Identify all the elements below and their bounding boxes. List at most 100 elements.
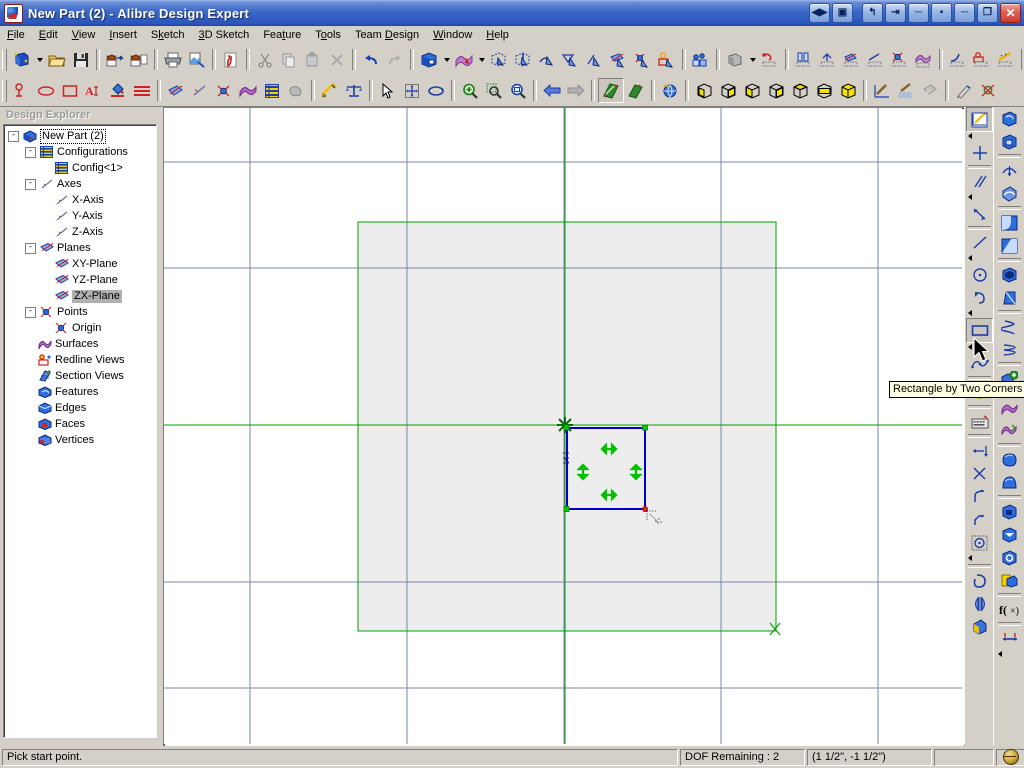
minimize-button[interactable]: ─ <box>954 3 975 23</box>
sketch-fill-button[interactable] <box>106 79 130 102</box>
menu-file[interactable]: File <box>0 28 32 42</box>
select-face-button[interactable] <box>487 48 511 71</box>
toolbar-grip[interactable] <box>2 48 7 71</box>
maximize-button[interactable]: ❐ <box>977 3 998 23</box>
configurations-button[interactable] <box>260 79 284 102</box>
equation-fx-button[interactable]: f( ×) <box>997 598 1022 621</box>
pan-view-button[interactable] <box>400 79 424 102</box>
arc-tool-button[interactable] <box>967 286 992 309</box>
shell-3d-button[interactable] <box>997 263 1022 286</box>
helix-feature-button[interactable] <box>997 315 1022 338</box>
shaded-display-button[interactable] <box>723 48 747 71</box>
redo-button[interactable]: ⇥ <box>885 3 906 23</box>
trim-tool-button[interactable] <box>967 462 992 485</box>
view-next-button[interactable] <box>564 79 588 102</box>
draft-3d-button[interactable] <box>997 286 1022 309</box>
circle-tool-button[interactable] <box>967 263 992 286</box>
fillet-corner-button[interactable] <box>967 485 992 508</box>
dimension-arrow-button[interactable] <box>967 202 992 225</box>
edit-color-button[interactable] <box>952 79 976 102</box>
rotate-view-button[interactable] <box>424 79 448 102</box>
tree-item-config-1[interactable]: Config<1> <box>8 160 156 176</box>
tree-item-new-part-2[interactable]: - New Part (2) <box>8 128 156 144</box>
menu-sketch[interactable]: Sketch <box>144 28 192 42</box>
feature-column-caret-icon[interactable] <box>996 650 1023 659</box>
revolve-boss-button[interactable] <box>792 48 816 71</box>
work-surface-button[interactable] <box>236 79 260 102</box>
select-edge-button[interactable] <box>511 48 535 71</box>
dimension-tool-button[interactable] <box>997 627 1022 650</box>
tree-item-planes[interactable]: - Planes <box>8 240 156 256</box>
surface-loft-button[interactable] <box>997 396 1022 419</box>
tree-item-z-axis[interactable]: Z-Axis <box>8 224 156 240</box>
tree-item-x-axis[interactable]: X-Axis <box>8 192 156 208</box>
parallel-line-button[interactable] <box>967 170 992 193</box>
select-point-button[interactable] <box>631 48 655 71</box>
tree-item-origin[interactable]: Origin <box>8 320 156 336</box>
menu-edit[interactable]: Edit <box>32 28 65 42</box>
check-in-button[interactable] <box>127 48 151 71</box>
sketch-canvas[interactable] <box>164 108 962 744</box>
select-annotation-button[interactable] <box>655 48 679 71</box>
surface-feature-button[interactable] <box>912 48 936 71</box>
menu-feature[interactable]: Feature <box>256 28 308 42</box>
export-pdf-button[interactable] <box>219 48 243 71</box>
nav-back-forward-button[interactable]: ◀▶ <box>809 3 830 23</box>
thru-hole-button[interactable] <box>997 546 1022 569</box>
parallel-caret-icon[interactable] <box>966 193 993 202</box>
tree-item-edges[interactable]: Edges <box>8 400 156 416</box>
tree-item-points[interactable]: - Points <box>8 304 156 320</box>
construction-caret-icon[interactable] <box>966 554 993 563</box>
new-part-button[interactable] <box>10 48 34 71</box>
construction-circle-button[interactable] <box>967 531 992 554</box>
zoom-in-button[interactable] <box>458 79 482 102</box>
view-iso-6-button[interactable] <box>812 79 836 102</box>
restore-child-button[interactable]: ▣ <box>832 3 853 23</box>
sphere-primitive-button[interactable] <box>997 448 1022 471</box>
box-feature-button[interactable] <box>997 130 1022 153</box>
pattern-feature-button[interactable] <box>994 48 1018 71</box>
feature-extrude-button[interactable] <box>997 107 1022 130</box>
helical-boss-button[interactable] <box>864 48 888 71</box>
sketch-mode-toggle-button[interactable] <box>966 107 993 132</box>
work-plane-button[interactable] <box>164 79 188 102</box>
tree-item-redline-views[interactable]: Redline Views <box>8 352 156 368</box>
team-design-publish-button[interactable] <box>689 48 713 71</box>
line-caret-icon[interactable] <box>966 254 993 263</box>
section-view-on-button[interactable] <box>598 78 624 103</box>
zoom-fit-button[interactable] <box>506 79 530 102</box>
menu-tools[interactable]: Tools <box>308 28 348 42</box>
tree-expander-icon[interactable]: - <box>8 130 19 142</box>
render-scene-button[interactable] <box>658 79 682 102</box>
tree-item-vertices[interactable]: Vertices <box>8 432 156 448</box>
design-explorer-tree[interactable]: - New Part (2) - Configurations Config<1> - Ax… <box>3 124 157 738</box>
revolve-cut-button[interactable] <box>888 48 912 71</box>
view-iso-4-button[interactable] <box>764 79 788 102</box>
select-vertex-chain-button[interactable] <box>535 48 559 71</box>
undo-button[interactable]: ↰ <box>862 3 883 23</box>
sketch-mode-point-button[interactable] <box>10 79 34 102</box>
section-view-off-button[interactable] <box>624 79 648 102</box>
tree-item-section-views[interactable]: Section Views <box>8 368 156 384</box>
view-previous-button[interactable] <box>540 79 564 102</box>
select-solid-dropdown[interactable] <box>441 48 452 71</box>
shadow-toggle-button[interactable] <box>918 79 942 102</box>
tree-item-axes[interactable]: - Axes <box>8 176 156 192</box>
fillet-3d-button[interactable] <box>997 211 1022 234</box>
view-iso-7-button[interactable] <box>836 79 860 102</box>
undo-toolbar-button[interactable] <box>359 48 383 71</box>
view-iso-3-button[interactable] <box>740 79 764 102</box>
physical-properties-button[interactable] <box>342 79 366 102</box>
boolean-feature-button[interactable] <box>997 569 1022 592</box>
equation-editor-button[interactable] <box>318 79 342 102</box>
select-solid-button[interactable] <box>417 48 441 71</box>
select-plane-filter-button[interactable] <box>559 48 583 71</box>
tree-expander-icon[interactable]: - <box>25 306 36 318</box>
menu-insert[interactable]: Insert <box>102 28 144 42</box>
view-iso-2-button[interactable] <box>716 79 740 102</box>
print-preview-button[interactable] <box>185 48 209 71</box>
point-tool-button[interactable] <box>967 141 992 164</box>
extrude-boss-button[interactable] <box>758 48 782 71</box>
work-point-button[interactable] <box>212 79 236 102</box>
rectangle-caret-icon[interactable] <box>966 343 993 352</box>
